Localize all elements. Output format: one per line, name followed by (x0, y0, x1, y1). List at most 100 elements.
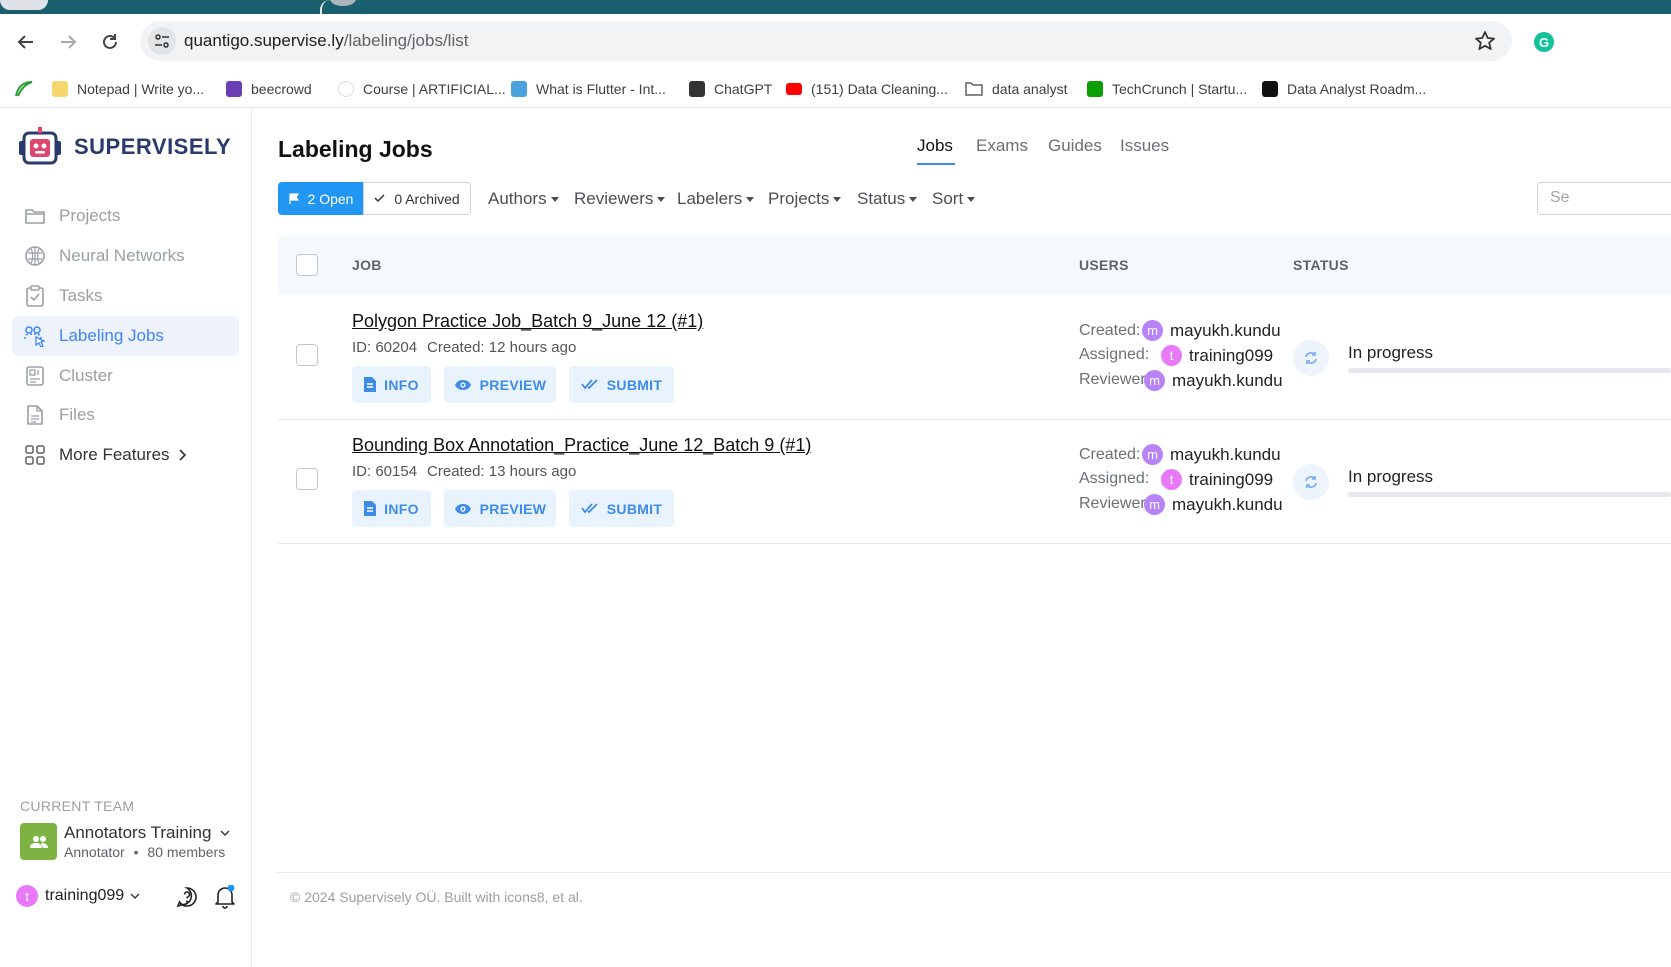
tab-guides[interactable]: Guides (1048, 136, 1102, 156)
button-label: PREVIEW (479, 500, 547, 517)
back-arrow-icon (17, 35, 33, 49)
bookmark-item[interactable]: (151) Data Cleaning... (786, 78, 948, 100)
user-avatar: t (1161, 345, 1182, 366)
bookmark-item[interactable]: TechCrunch | Startu... (1087, 78, 1247, 100)
team-avatar[interactable] (20, 823, 57, 860)
assigned-user[interactable]: t training099 (1161, 345, 1273, 366)
reviewer-user[interactable]: m mayukh.kundu (1144, 494, 1283, 515)
reviewer-user[interactable]: m mayukh.kundu (1144, 370, 1283, 391)
bookmark-label: data analyst (992, 81, 1068, 97)
help-icon[interactable] (176, 886, 198, 913)
bookmark-item[interactable]: data analyst (965, 78, 1068, 100)
reviewers-dropdown[interactable]: Reviewers (574, 189, 666, 209)
brand-name: SUPERVISELY (74, 134, 232, 159)
job-title-link[interactable]: Polygon Practice Job_Batch 9_June 12 (#1… (352, 311, 703, 332)
search-input[interactable]: Se (1537, 182, 1671, 215)
youtube-icon (786, 83, 802, 95)
team-switcher[interactable]: Annotators Training (64, 823, 230, 843)
tab-jobs[interactable]: Jobs (917, 136, 955, 165)
caret-down-icon (967, 197, 976, 203)
submit-button[interactable]: SUBMIT (569, 490, 674, 527)
labelers-dropdown[interactable]: Labelers (677, 189, 755, 209)
tab-issues[interactable]: Issues (1120, 136, 1169, 156)
bookmark-item[interactable]: beecrowd (226, 78, 312, 100)
username: mayukh.kundu (1170, 444, 1281, 464)
browser-toolbar: quantigo.supervise.ly/labeling/jobs/list… (0, 14, 1671, 70)
status-dropdown[interactable]: Status (857, 189, 918, 209)
sidebar-item-projects[interactable]: Projects (12, 196, 239, 236)
footer-divider (276, 872, 1671, 873)
browser-tab[interactable] (320, 0, 1671, 14)
notepad-icon (52, 81, 68, 97)
open-jobs-label: 2 Open (307, 190, 354, 207)
assigned-user[interactable]: t training099 (1161, 469, 1273, 490)
info-button[interactable]: INFO (352, 490, 431, 527)
brain-icon (24, 245, 46, 267)
notifications-bell-icon[interactable] (214, 884, 236, 914)
reload-button[interactable] (96, 28, 124, 56)
caret-down-icon (550, 197, 559, 203)
reviewer-label: Reviewer: (1079, 495, 1151, 512)
roadmap-icon (1262, 81, 1278, 97)
bookmark-item[interactable]: What is Flutter - Int... (511, 78, 666, 100)
bookmark-star-icon[interactable] (1474, 30, 1496, 57)
folder-icon (965, 81, 983, 97)
labeling-icon (24, 325, 46, 347)
clipboard-icon (24, 285, 46, 307)
preview-button[interactable]: PREVIEW (444, 366, 556, 403)
info-button[interactable]: INFO (352, 366, 431, 403)
status-icon (1293, 340, 1329, 376)
user-menu[interactable]: t training099 (16, 885, 140, 907)
cluster-icon (24, 365, 46, 387)
sidebar-item-cluster[interactable]: Cluster (12, 356, 239, 396)
tab-exams[interactable]: Exams (976, 136, 1028, 156)
job-id: ID: 60154 (352, 463, 418, 480)
url-text[interactable]: quantigo.supervise.ly/labeling/jobs/list (184, 31, 468, 51)
bookmark-item[interactable]: Notepad | Write yo... (52, 78, 204, 100)
job-title-link[interactable]: Bounding Box Annotation_Practice_June 12… (352, 435, 811, 456)
table-row: Polygon Practice Job_Batch 9_June 12 (#1… (278, 296, 1671, 420)
bookmark-item[interactable]: ChatGPT (689, 78, 772, 100)
sidebar-item-label: More Features (59, 445, 170, 464)
sidebar-item-more-features[interactable]: More Features (12, 435, 239, 475)
row-checkbox[interactable] (296, 344, 318, 366)
sidebar-item-files[interactable]: Files (12, 395, 239, 435)
bookmark-label: Data Analyst Roadm... (1287, 81, 1427, 97)
row-checkbox[interactable] (296, 468, 318, 490)
bookmark-item[interactable]: Course | ARTIFICIAL... (338, 78, 506, 100)
sidebar-item-tasks[interactable]: Tasks (12, 276, 239, 316)
archived-jobs-toggle[interactable]: 0 Archived (363, 182, 471, 215)
created-by-user[interactable]: m mayukh.kundu (1142, 444, 1281, 465)
browser-tab-active[interactable] (0, 0, 48, 10)
grammarly-extension-icon[interactable]: G (1534, 32, 1554, 52)
double-check-icon (581, 379, 598, 390)
job-created: Created: 13 hours ago (427, 463, 577, 480)
created-by-user[interactable]: m mayukh.kundu (1142, 320, 1281, 341)
robot-logo-icon (19, 127, 61, 165)
address-bar[interactable]: quantigo.supervise.ly/labeling/jobs/list (140, 21, 1512, 61)
site-info-icon[interactable] (148, 27, 176, 55)
sidebar-item-labeling-jobs[interactable]: Labeling Jobs (12, 316, 239, 356)
assigned-label: Assigned: (1079, 346, 1150, 363)
authors-dropdown[interactable]: Authors (488, 189, 559, 209)
forward-button[interactable] (54, 28, 82, 56)
projects-dropdown[interactable]: Projects (768, 189, 842, 209)
team-meta: Annotator • 80 members (64, 844, 225, 860)
back-button[interactable] (12, 28, 40, 56)
apps-shortcut[interactable] (14, 78, 34, 100)
column-header-job[interactable]: JOB (352, 257, 382, 273)
globe-icon (338, 81, 354, 97)
dropdown-label: Labelers (677, 189, 743, 208)
supervisely-logo[interactable]: SUPERVISELY (18, 125, 231, 169)
status-text: In progress (1348, 467, 1434, 486)
user-avatar: m (1142, 444, 1163, 465)
submit-button[interactable]: SUBMIT (569, 366, 674, 403)
sidebar-item-neural-networks[interactable]: Neural Networks (12, 236, 239, 276)
open-jobs-toggle[interactable]: 2 Open (278, 182, 364, 215)
bookmark-item[interactable]: Data Analyst Roadm... (1262, 78, 1426, 100)
forward-arrow-icon (61, 35, 77, 49)
reviewer-label: Reviewer: (1079, 371, 1151, 388)
select-all-checkbox[interactable] (296, 254, 318, 276)
sort-dropdown[interactable]: Sort (932, 189, 976, 209)
preview-button[interactable]: PREVIEW (444, 490, 556, 527)
